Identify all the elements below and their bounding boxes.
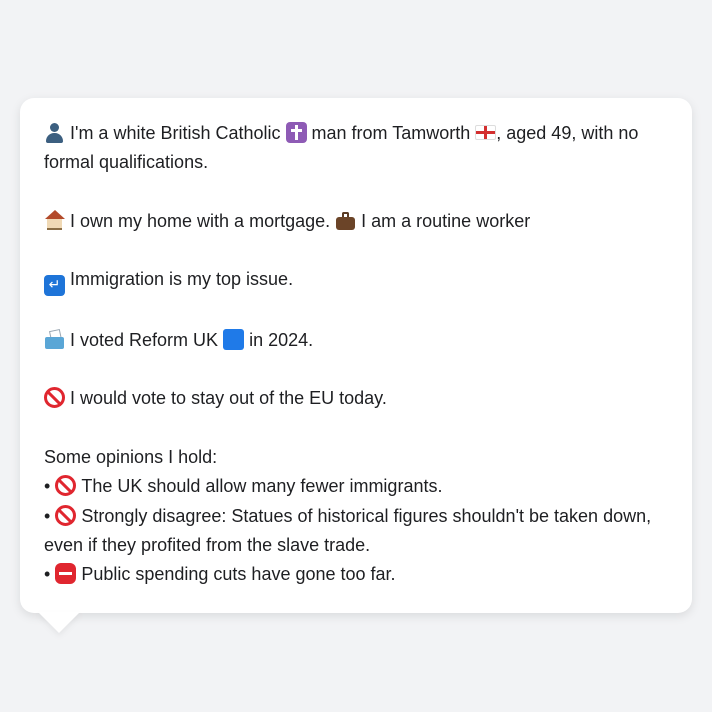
intro-line: I'm a white British Catholic man from Ta… — [44, 119, 670, 178]
prohibited-icon — [44, 387, 65, 409]
bubble-tail — [38, 612, 80, 633]
intro-text-2: man from Tamworth — [311, 123, 471, 143]
opinion-text: The UK should allow many fewer immigrant… — [81, 476, 443, 497]
vote-text-1: I voted Reform UK — [70, 329, 219, 350]
prohibited-icon — [55, 475, 77, 497]
opinion-item: • Public spending cuts have gone too far… — [44, 560, 670, 589]
bullet: • — [44, 505, 51, 526]
chat-bubble: I'm a white British Catholic man from Ta… — [20, 98, 692, 613]
work-text: I am a routine worker — [361, 210, 531, 231]
vote-line: I voted Reform UK in 2024. — [44, 326, 670, 355]
opinions-heading: Some opinions I hold: — [44, 446, 218, 467]
top-issue-line: ↵ Immigration is my top issue. — [44, 265, 670, 297]
eu-text: I would vote to stay out of the EU today… — [70, 388, 387, 409]
person-icon — [44, 122, 65, 143]
opinion-item: • The UK should allow many fewer immigra… — [44, 472, 670, 501]
intro-text-1: I'm a white British Catholic — [70, 123, 281, 143]
stop-sign-icon — [55, 563, 77, 585]
briefcase-icon — [335, 210, 356, 231]
latin-cross-icon — [285, 122, 307, 143]
bullet: • — [44, 476, 51, 497]
passport-control-icon: ↵ — [44, 275, 65, 297]
eu-line: I would vote to stay out of the EU today… — [44, 384, 670, 413]
house-icon — [44, 209, 65, 231]
home-work-line: I own my home with a mortgage. I am a ro… — [44, 207, 670, 236]
blue-square-icon — [223, 328, 245, 350]
opinion-text: Strongly disagree: Statues of historical… — [44, 505, 652, 555]
prohibited-icon — [55, 504, 77, 526]
england-flag-icon — [475, 125, 497, 140]
vote-text-2: in 2024. — [249, 329, 314, 350]
bullet: • — [44, 564, 51, 585]
top-issue-text: Immigration is my top issue. — [70, 269, 294, 290]
home-text: I own my home with a mortgage. — [70, 210, 331, 231]
opinion-text: Public spending cuts have gone too far. — [81, 564, 396, 585]
ballot-box-icon — [44, 329, 65, 350]
opinion-item: • Strongly disagree: Statues of historic… — [44, 502, 670, 561]
